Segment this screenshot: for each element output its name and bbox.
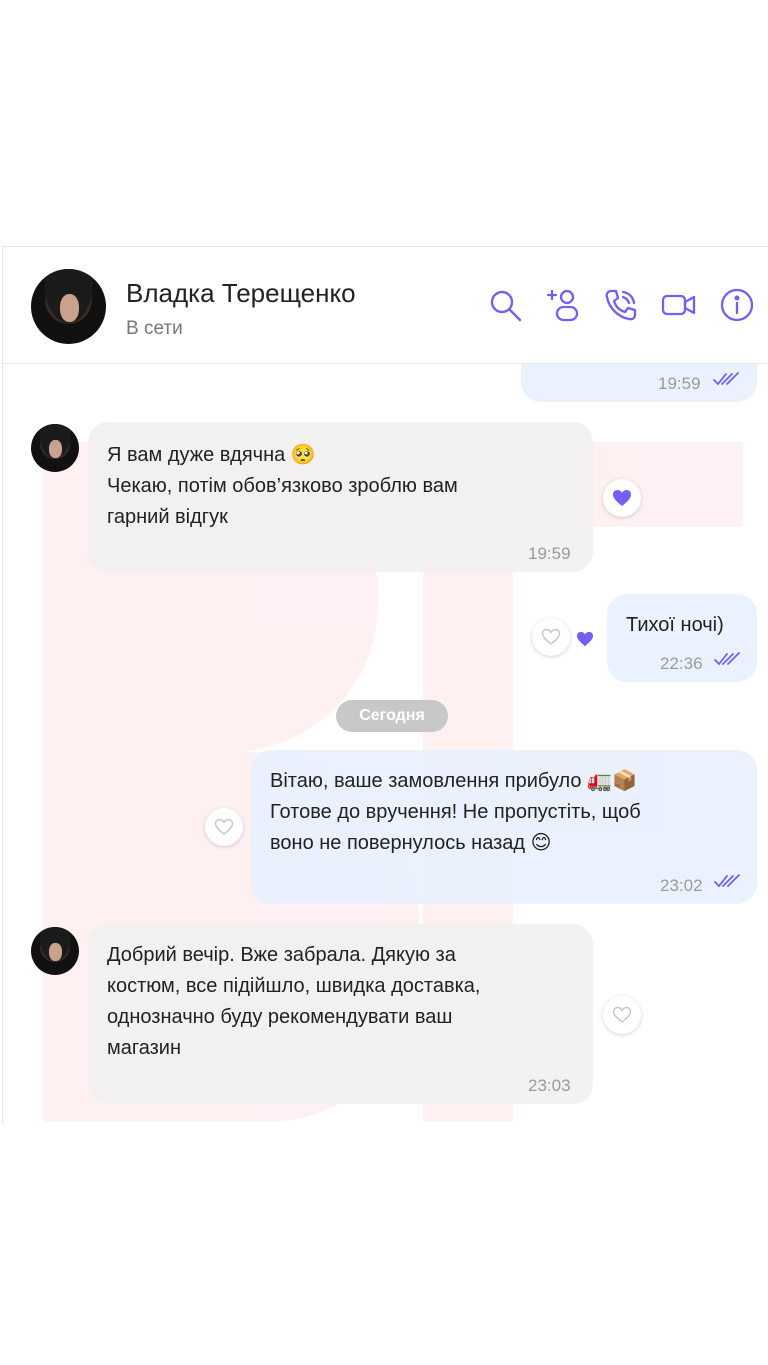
read-ticks-icon xyxy=(714,652,740,666)
sender-avatar[interactable] xyxy=(31,927,79,975)
message-bubble-outgoing[interactable]: Вітаю, ваше замовлення прибуло 🚛📦 Готове… xyxy=(251,750,757,904)
message-time: 23:02 xyxy=(660,876,703,895)
message-text: Я вам дуже вдячна 🥺 Чекаю, потім обов’яз… xyxy=(107,444,458,528)
date-separator: Сегодня xyxy=(336,700,448,732)
heart-reaction-button[interactable] xyxy=(532,618,570,656)
filled-heart-icon xyxy=(613,490,631,506)
message-text: Добрий вечір. Вже забрала. Дякую за кост… xyxy=(107,944,481,1059)
sender-avatar[interactable] xyxy=(31,424,79,472)
heart-outline-icon xyxy=(214,818,234,835)
video-call-icon[interactable] xyxy=(661,287,697,323)
message-list[interactable]: 19:59 Я вам дуже вдячна 🥺 Чекаю, потім о… xyxy=(3,334,768,1123)
contact-status: В сети xyxy=(126,318,183,339)
message-time: 23:03 xyxy=(528,1076,571,1095)
filled-heart-icon xyxy=(577,631,593,647)
search-icon[interactable] xyxy=(487,287,523,323)
contact-name[interactable]: Владка Терещенко xyxy=(126,278,356,309)
message-bubble-incoming[interactable]: Я вам дуже вдячна 🥺 Чекаю, потім обов’яз… xyxy=(88,422,593,572)
add-contact-icon[interactable] xyxy=(545,287,581,323)
read-ticks-icon xyxy=(713,372,739,386)
heart-reaction-button[interactable] xyxy=(603,479,641,517)
read-ticks-icon xyxy=(714,874,740,888)
message-time: 22:36 xyxy=(660,654,703,673)
message-time: 19:59 xyxy=(658,374,701,393)
voice-call-icon[interactable] xyxy=(603,287,639,323)
info-icon[interactable] xyxy=(719,287,755,323)
heart-outline-icon xyxy=(612,1006,632,1023)
message-text: Тихої ночі) xyxy=(626,614,724,636)
message-bubble-outgoing[interactable]: Тихої ночі) 22:36 xyxy=(607,594,757,682)
heart-outline-icon xyxy=(541,628,561,645)
contact-avatar[interactable] xyxy=(31,269,106,344)
message-text: Вітаю, ваше замовлення прибуло 🚛📦 Готове… xyxy=(270,770,641,854)
message-bubble-incoming[interactable]: Добрий вечір. Вже забрала. Дякую за кост… xyxy=(88,924,593,1104)
heart-reaction-button[interactable] xyxy=(603,996,641,1034)
heart-reaction-button[interactable] xyxy=(205,808,243,846)
chat-window: Владка Терещенко В сети 19:59 Я вам дуже… xyxy=(2,246,768,1123)
message-time: 19:59 xyxy=(528,544,571,563)
chat-header: Владка Терещенко В сети xyxy=(3,247,768,364)
